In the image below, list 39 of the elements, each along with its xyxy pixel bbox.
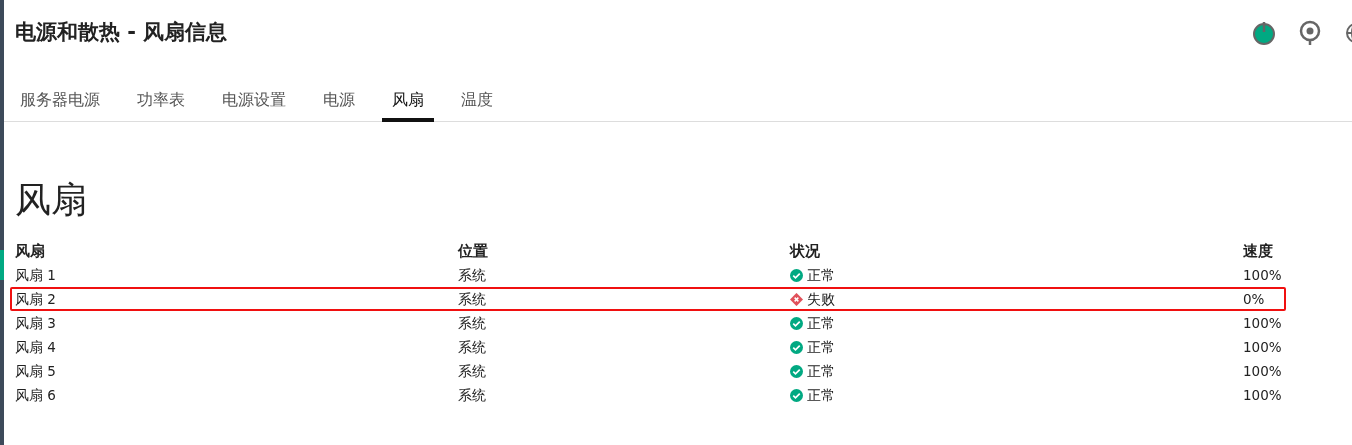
tab[interactable]: 风扇 <box>382 84 434 122</box>
section-title: 风扇 <box>15 178 88 222</box>
sidebar-edge-marker <box>0 250 4 280</box>
column-header: 速度 <box>1243 241 1273 260</box>
table-cell: 系统 <box>458 363 486 380</box>
tab[interactable]: 电源设置 <box>212 84 296 122</box>
table-cell: 系统 <box>458 267 486 284</box>
table-cell: 100% <box>1243 387 1282 404</box>
tab[interactable]: 功率表 <box>127 84 195 122</box>
table-cell: 风扇 1 <box>15 267 56 284</box>
table-cell: 100% <box>1243 315 1282 332</box>
status-text: 失败 <box>807 290 835 310</box>
location-icon[interactable] <box>1298 20 1322 46</box>
power-icon[interactable] <box>1252 20 1276 46</box>
status-text: 正常 <box>807 266 835 286</box>
table-cell: 0% <box>1243 291 1265 308</box>
table-cell: 风扇 5 <box>15 363 56 380</box>
table-cell: 100% <box>1243 363 1282 380</box>
status-text: 正常 <box>807 386 835 406</box>
page-title: 电源和散热 - 风扇信息 <box>15 20 228 46</box>
table-cell: 风扇 6 <box>15 387 56 404</box>
tab[interactable]: 温度 <box>451 84 503 122</box>
status-text: 正常 <box>807 362 835 382</box>
table-cell: 系统 <box>458 291 486 308</box>
table-cell: 100% <box>1243 267 1282 284</box>
status-text: 正常 <box>807 314 835 334</box>
table-cell: 风扇 4 <box>15 339 56 356</box>
status-text: 正常 <box>807 338 835 358</box>
table-cell: 风扇 3 <box>15 315 56 332</box>
table-cell: 系统 <box>458 339 486 356</box>
column-header: 位置 <box>458 241 488 260</box>
table-cell: 风扇 2 <box>15 291 56 308</box>
column-header: 风扇 <box>15 241 45 260</box>
table-cell: 系统 <box>458 387 486 404</box>
tab[interactable]: 电源 <box>313 84 365 122</box>
table-cell: 100% <box>1243 339 1282 356</box>
column-header: 状况 <box>790 241 820 260</box>
table-cell: 系统 <box>458 315 486 332</box>
tab[interactable]: 服务器电源 <box>10 84 110 122</box>
